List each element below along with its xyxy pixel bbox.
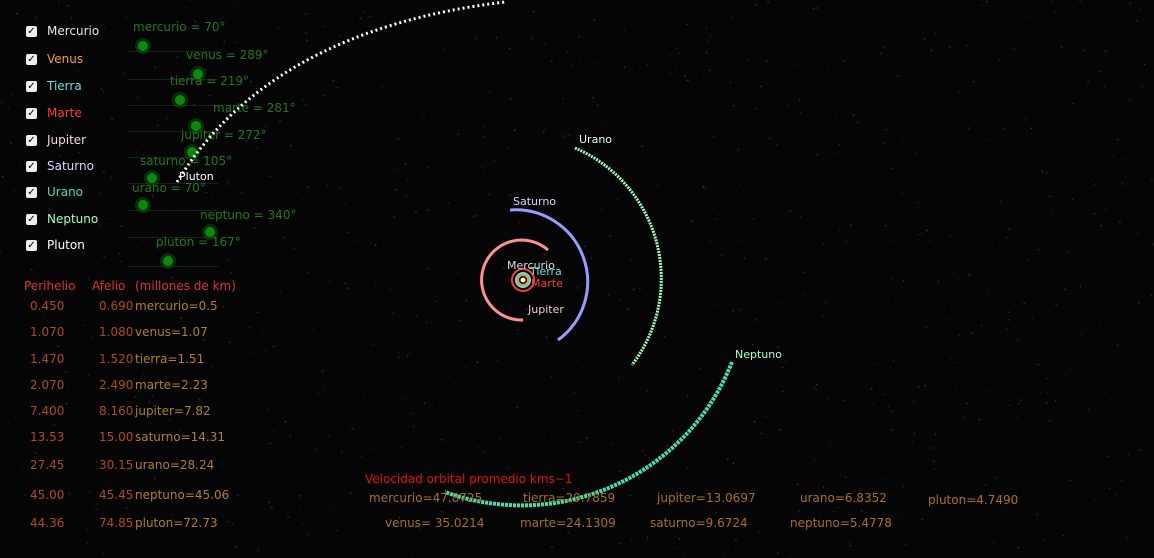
distance-value: venus=1.07 bbox=[135, 325, 208, 339]
afelio-value: 8.160 bbox=[99, 404, 134, 418]
distance-value: neptuno=45.06 bbox=[135, 488, 230, 502]
distance-value: pluton=72.73 bbox=[135, 516, 218, 530]
velocity-item: tierra=29.7859 bbox=[523, 491, 616, 505]
velocity-item: venus= 35.0214 bbox=[385, 516, 485, 530]
header-afelio: Afelio bbox=[92, 279, 126, 293]
perihelio-value: 7.400 bbox=[30, 404, 65, 418]
velocity-item: marte=24.1309 bbox=[520, 516, 616, 530]
distance-value: urano=28.24 bbox=[135, 458, 215, 472]
afelio-value: 0.690 bbox=[99, 299, 134, 313]
perihelio-value: 13.53 bbox=[30, 430, 65, 444]
perihelio-value: 0.450 bbox=[30, 299, 65, 313]
perihelio-value: 45.00 bbox=[30, 488, 65, 502]
afelio-value: 74.85 bbox=[99, 516, 134, 530]
label-saturno: Saturno bbox=[513, 195, 557, 208]
velocity-item: saturno=9.6724 bbox=[650, 516, 748, 530]
afelio-value: 30.15 bbox=[99, 458, 134, 472]
velocity-item: pluton=4.7490 bbox=[928, 493, 1019, 507]
afelio-value: 2.490 bbox=[99, 378, 134, 392]
label-marte: Marte bbox=[531, 277, 563, 290]
sun bbox=[520, 277, 526, 283]
perihelio-value: 1.070 bbox=[30, 325, 65, 339]
perihelio-value: 27.45 bbox=[30, 458, 65, 472]
label-neptuno: Neptuno bbox=[735, 348, 782, 361]
velocity-item: jupiter=13.0697 bbox=[657, 491, 756, 505]
distance-value: jupiter=7.82 bbox=[135, 404, 211, 418]
distance-value: marte=2.23 bbox=[135, 378, 208, 392]
afelio-value: 1.520 bbox=[99, 352, 134, 366]
afelio-value: 45.45 bbox=[99, 488, 134, 502]
velocity-item: urano=6.8352 bbox=[800, 491, 887, 505]
label-jupiter: Jupiter bbox=[528, 303, 564, 316]
distance-value: tierra=1.51 bbox=[135, 352, 205, 366]
distance-value: mercurio=0.5 bbox=[135, 299, 218, 313]
perihelio-value: 44.36 bbox=[30, 516, 65, 530]
velocity-item: neptuno=5.4778 bbox=[790, 516, 892, 530]
perihelio-value: 2.070 bbox=[30, 378, 65, 392]
velocity-title: Velocidad orbital promedio kms−1 bbox=[365, 472, 573, 486]
label-urano: Urano bbox=[579, 133, 613, 146]
orbit-urano bbox=[574, 146, 663, 366]
afelio-value: 1.080 bbox=[99, 325, 134, 339]
afelio-value: 15.00 bbox=[99, 430, 134, 444]
distance-value: saturno=14.31 bbox=[135, 430, 225, 444]
header-perihelio: Perihelio bbox=[24, 279, 76, 293]
label-pluton: Pluton bbox=[179, 170, 214, 183]
header-units: (millones de km) bbox=[135, 279, 236, 293]
perihelio-value: 1.470 bbox=[30, 352, 65, 366]
orbit-pluton bbox=[175, 0, 506, 183]
velocity-item: mercurio=47.8725 bbox=[369, 491, 483, 505]
